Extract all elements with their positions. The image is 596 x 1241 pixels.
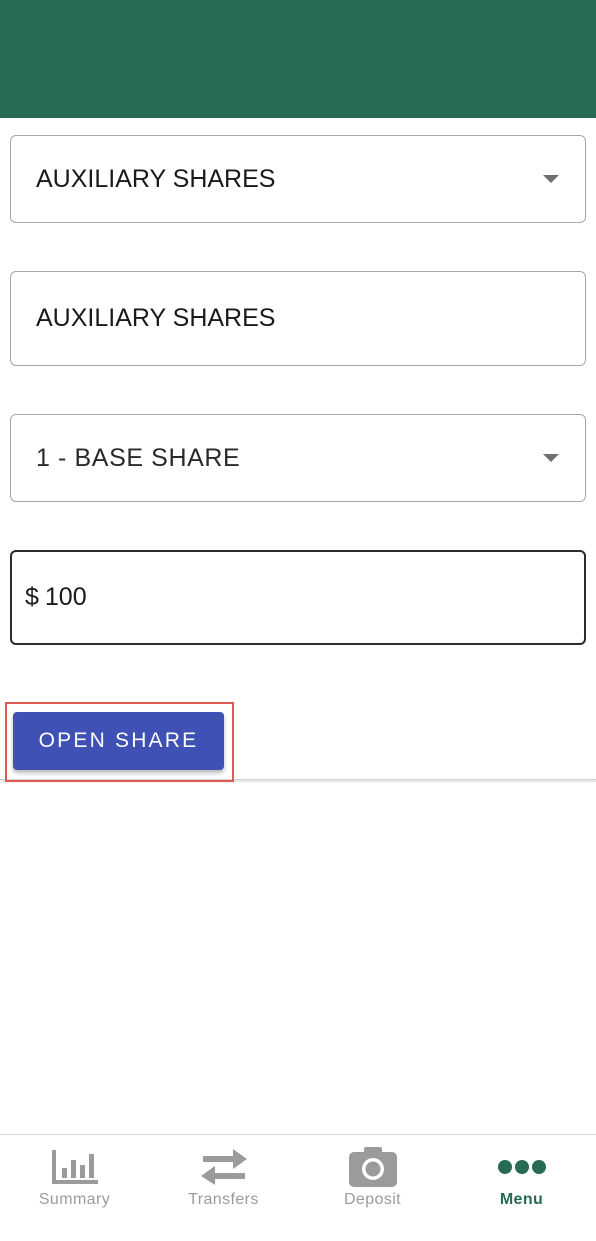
- funding-account-select[interactable]: 1 - BASE SHARE: [10, 414, 586, 502]
- chevron-down-icon: [543, 454, 559, 462]
- share-type-select-value: AUXILIARY SHARES: [36, 164, 276, 193]
- nav-item-summary[interactable]: Summary: [0, 1135, 149, 1241]
- more-dots-icon: [496, 1147, 548, 1187]
- nav-label-menu: Menu: [499, 1191, 544, 1208]
- nav-item-menu[interactable]: Menu: [447, 1135, 596, 1241]
- nav-item-deposit[interactable]: Deposit: [298, 1135, 447, 1241]
- app-header: [0, 0, 596, 118]
- bottom-navigation: Summary Transfers Deposit Menu: [0, 1134, 596, 1240]
- nav-label-transfers: Transfers: [188, 1191, 259, 1208]
- open-share-button[interactable]: OPEN SHARE: [13, 712, 224, 770]
- nav-label-summary: Summary: [38, 1191, 111, 1208]
- nav-item-transfers[interactable]: Transfers: [149, 1135, 298, 1241]
- funding-account-select-value: 1 - BASE SHARE: [36, 443, 241, 472]
- bar-chart-icon: [49, 1147, 101, 1187]
- nav-label-deposit: Deposit: [343, 1191, 402, 1208]
- chevron-down-icon: [543, 175, 559, 183]
- camera-icon: [347, 1147, 399, 1187]
- share-type-select[interactable]: AUXILIARY SHARES: [10, 135, 586, 223]
- share-name-value: AUXILIARY SHARES: [36, 304, 276, 332]
- amount-input[interactable]: [44, 583, 545, 612]
- transfer-arrows-icon: [198, 1147, 250, 1187]
- share-name-field[interactable]: AUXILIARY SHARES: [10, 271, 586, 366]
- amount-field[interactable]: $: [10, 550, 586, 645]
- currency-symbol: $: [25, 583, 39, 611]
